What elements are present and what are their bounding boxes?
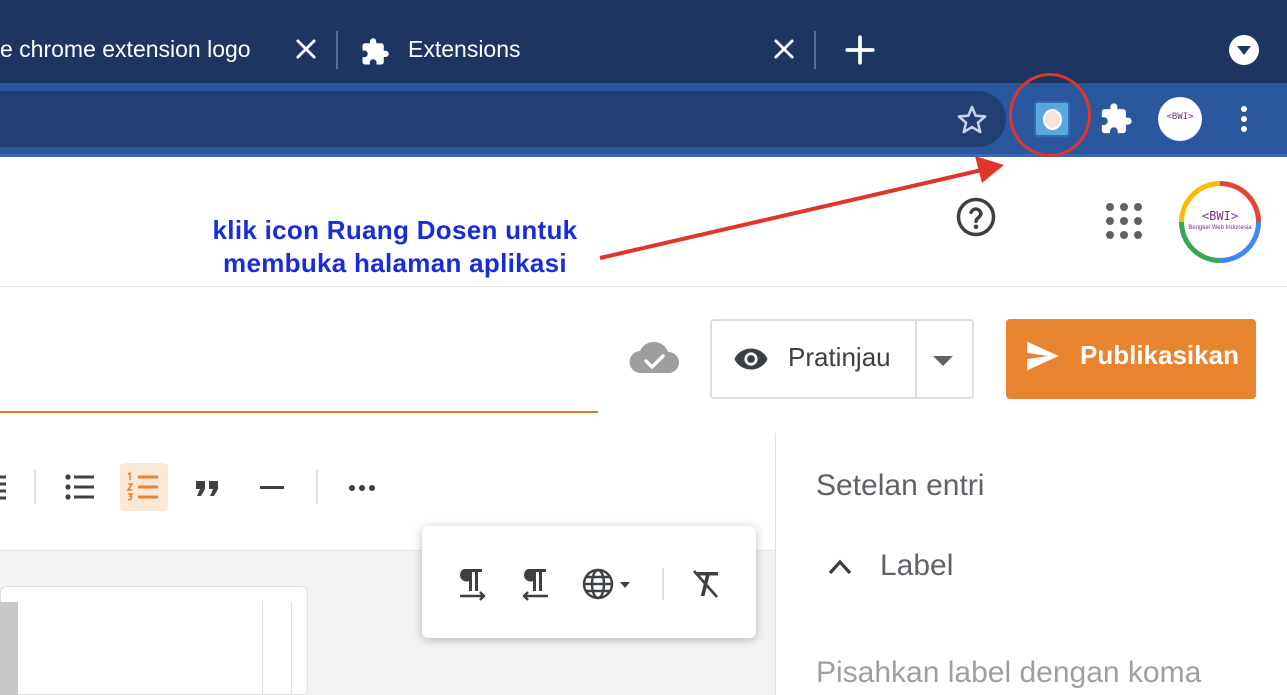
- puzzle-icon: [362, 38, 389, 65]
- toolbar-separator: [34, 470, 36, 504]
- address-bar[interactable]: [0, 91, 1006, 147]
- tab-logo-search[interactable]: e chrome extension logo: [0, 26, 330, 74]
- labels-input[interactable]: Pisahkan label dengan koma: [816, 656, 1201, 690]
- avatar-text: <BWI>: [1166, 112, 1194, 122]
- editor-page-margin: [0, 602, 18, 695]
- account-avatar[interactable]: <BWI> Bengkel Web Indonesia: [1179, 181, 1261, 263]
- browser-toolbar: [0, 83, 1287, 157]
- tab-search-button[interactable]: [1229, 35, 1259, 65]
- chevron-up-icon[interactable]: [824, 553, 856, 581]
- help-icon[interactable]: [955, 196, 997, 238]
- cloud-saved-icon: [629, 341, 680, 374]
- more-vert-icon[interactable]: [1232, 103, 1256, 135]
- publish-button[interactable]: Publikasikan: [1006, 319, 1256, 399]
- chevron-down-icon: [1237, 46, 1251, 55]
- tab-label: Extensions: [408, 36, 521, 62]
- new-tab-plus-icon[interactable]: [843, 33, 877, 67]
- screen-root: e chrome extension logo Extensions <BWI>…: [0, 0, 1287, 695]
- editor-page-column: [262, 602, 292, 695]
- annotation-text: klik icon Ruang Dosen untuk membuka hala…: [160, 214, 630, 280]
- close-icon[interactable]: [770, 35, 798, 63]
- annotation-line-1: klik icon Ruang Dosen untuk: [212, 215, 578, 245]
- apps-grid-icon[interactable]: [1103, 200, 1145, 242]
- preview-label: Pratinjau: [788, 342, 891, 372]
- quote-icon[interactable]: [188, 467, 228, 507]
- annotation-line-2: membuka halaman aplikasi: [223, 248, 567, 278]
- publish-label: Publikasikan: [1080, 340, 1239, 370]
- tab-separator: [336, 31, 338, 69]
- preview-button[interactable]: Pratinjau: [710, 319, 974, 399]
- horizontal-rule-icon[interactable]: [252, 467, 292, 507]
- popup-separator: [662, 568, 664, 600]
- tab-extensions[interactable]: Extensions: [356, 26, 806, 74]
- close-icon[interactable]: [292, 35, 320, 63]
- bookmark-star-icon[interactable]: [955, 103, 989, 137]
- numbered-list-icon[interactable]: [124, 467, 164, 507]
- extensions-puzzle-icon[interactable]: [1099, 102, 1133, 136]
- bulleted-list-icon[interactable]: [60, 467, 100, 507]
- align-icon[interactable]: [0, 467, 26, 507]
- tab-separator: [814, 31, 816, 69]
- highlight-circle: [1009, 73, 1091, 157]
- preview-divider: [915, 321, 917, 397]
- caret-down-icon[interactable]: [930, 351, 956, 371]
- more-horiz-icon[interactable]: [342, 467, 382, 507]
- tab-label: e chrome extension logo: [0, 36, 251, 62]
- ltr-paragraph-icon[interactable]: [452, 563, 492, 603]
- language-globe-icon[interactable]: [580, 563, 636, 603]
- send-icon: [1027, 341, 1059, 371]
- account-logo-subtext: Bengkel Web Indonesia: [1188, 225, 1252, 231]
- profile-avatar[interactable]: <BWI>: [1158, 97, 1202, 141]
- account-logo-text: <BWI>: [1201, 209, 1239, 223]
- eye-icon: [734, 348, 768, 370]
- post-title-underline: [0, 411, 598, 413]
- clear-formatting-icon[interactable]: [686, 563, 726, 603]
- text-direction-popup: [422, 526, 756, 638]
- rtl-paragraph-icon[interactable]: [516, 563, 556, 603]
- toolbar-separator: [316, 470, 318, 504]
- post-settings-title: Setelan entri: [816, 469, 985, 502]
- label-section-header[interactable]: Label: [880, 549, 953, 583]
